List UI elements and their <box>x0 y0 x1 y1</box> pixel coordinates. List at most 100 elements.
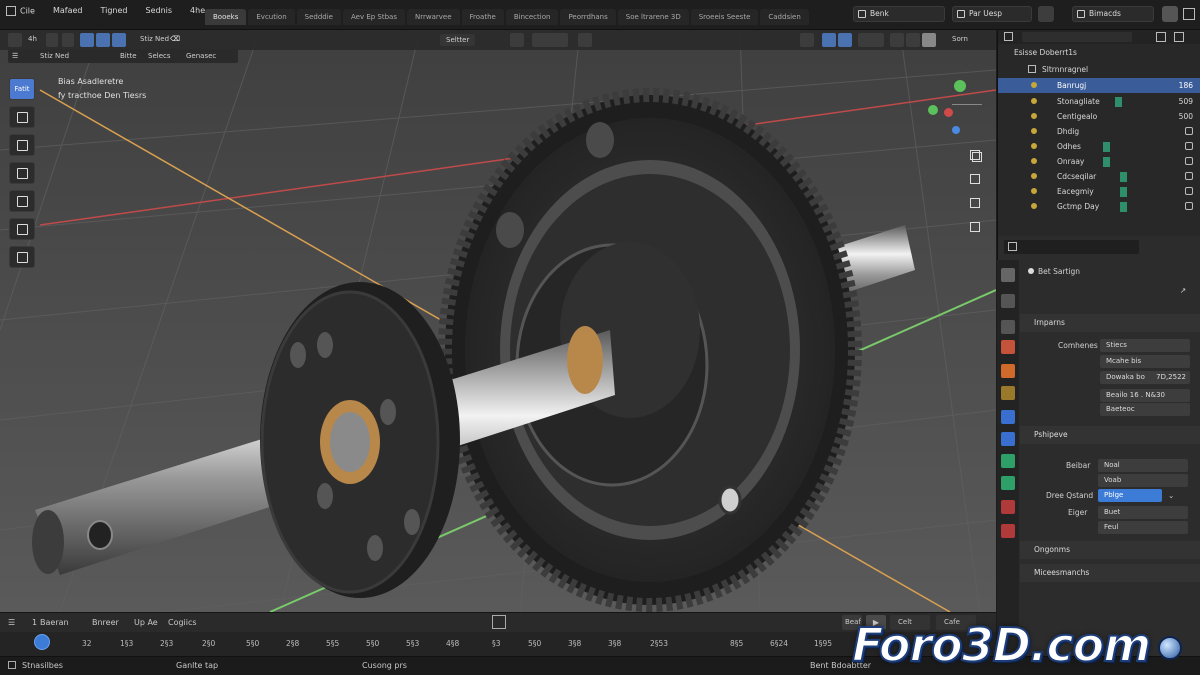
property-field[interactable]: Beailo 16 . N&30 <box>1100 389 1190 402</box>
pin-icon[interactable]: ↗ <box>1180 286 1186 295</box>
menu-item[interactable]: Mafaed <box>53 6 83 16</box>
chevron-down-icon[interactable]: ⌄ <box>1168 491 1174 500</box>
dropdown-field[interactable]: Buet <box>1098 506 1188 519</box>
property-field[interactable]: Dowaka bo 7D,2522 <box>1100 371 1190 384</box>
outliner-item[interactable]: Stonagliate 509 <box>998 94 1200 109</box>
menu-item[interactable]: 4he <box>190 6 205 16</box>
window-icon[interactable] <box>1183 8 1195 20</box>
timeline-editor-icon[interactable]: ☰ <box>8 618 15 627</box>
outliner-search[interactable] <box>1022 32 1132 42</box>
frame-current[interactable]: 1 <box>32 618 37 627</box>
annotate-tool-icon[interactable] <box>9 218 35 240</box>
y-neg-handle[interactable] <box>928 105 938 115</box>
shading-solid-icon[interactable] <box>906 33 920 47</box>
select-box-icon[interactable] <box>46 33 58 47</box>
outliner-item[interactable]: Banrugj 186 <box>998 78 1200 93</box>
scene-selector[interactable]: Benk <box>853 6 945 22</box>
workspace-tab[interactable]: Soe ltrarene 3D <box>617 9 689 25</box>
outliner-item[interactable]: Cdcseqilar <box>998 169 1200 184</box>
outliner-editor-icon[interactable] <box>1004 32 1013 41</box>
select-mode-icon[interactable] <box>96 33 110 47</box>
mode-label[interactable]: Stiz Ned <box>40 52 69 60</box>
modifier-tab-icon[interactable] <box>1001 410 1015 424</box>
editor-type-icon[interactable] <box>8 33 22 47</box>
material-tab-icon[interactable] <box>1001 524 1015 538</box>
object-menu[interactable]: Genasec <box>186 52 216 60</box>
keyframe-icon[interactable] <box>492 615 506 629</box>
timeline-menu[interactable]: Bnreer <box>92 618 119 627</box>
3d-viewport[interactable]: 4h Stiz Ned ⌫ Seltter Sorn ☰ Stiz Ned Bi… <box>0 30 996 612</box>
scale-tool-icon[interactable] <box>9 162 35 184</box>
select-mode-icon[interactable] <box>112 33 126 47</box>
xray-icon[interactable] <box>858 33 884 47</box>
measure-tool-icon[interactable] <box>9 246 35 268</box>
panel-header[interactable]: Pshipeve <box>1020 426 1200 444</box>
x-axis-handle[interactable] <box>944 108 953 117</box>
outliner-item[interactable]: Odhes <box>998 139 1200 154</box>
pivot-icon[interactable] <box>510 33 524 47</box>
panel-header[interactable]: Ongonms <box>1020 541 1200 559</box>
pan-icon[interactable] <box>970 174 980 184</box>
tool-tab-icon[interactable] <box>1001 268 1015 282</box>
mode-menu[interactable]: Stiz Ned <box>140 35 169 43</box>
workspace-tab[interactable]: Peorrdhans <box>560 9 616 25</box>
workspace-tab[interactable]: Aev Ep Stbas <box>342 9 405 25</box>
particles-tab-icon[interactable] <box>1001 432 1015 446</box>
property-field[interactable]: Baeteoc <box>1100 403 1190 416</box>
outliner-item[interactable]: Gctmp Day <box>998 199 1200 214</box>
workspace-tab[interactable]: Evcution <box>248 9 295 25</box>
outliner-item[interactable]: Dhdig <box>998 124 1200 139</box>
z-axis-handle[interactable] <box>952 126 960 134</box>
workspace-tab[interactable]: Sroeeis Seeste <box>690 9 759 25</box>
visibility-icon[interactable] <box>1185 157 1193 165</box>
select-mode-icon[interactable] <box>62 33 74 47</box>
dropdown-field[interactable]: Feul <box>1098 521 1188 534</box>
move-tool-icon[interactable] <box>9 106 35 128</box>
rotate-tool-icon[interactable] <box>9 134 35 156</box>
timeline-menu[interactable]: Cogiics <box>168 618 197 627</box>
select-mode-icon[interactable] <box>80 33 94 47</box>
zoom-icon[interactable] <box>970 150 980 160</box>
proportional-icon[interactable] <box>578 33 592 47</box>
object-tab-icon[interactable] <box>1001 386 1015 400</box>
shading-material-icon[interactable] <box>922 33 936 47</box>
property-field[interactable]: Mcahe bis <box>1100 355 1190 368</box>
output-tab-icon[interactable] <box>1001 320 1015 334</box>
panel-header[interactable]: Irnparns <box>1020 314 1200 332</box>
render-engine-selector[interactable]: Bimacds <box>1072 6 1154 22</box>
workspace-tab[interactable]: Booeks <box>205 9 247 25</box>
constraints-tab-icon[interactable] <box>1001 476 1015 490</box>
world-tab-icon[interactable] <box>1001 364 1015 378</box>
outliner-item[interactable]: Onraay <box>998 154 1200 169</box>
y-axis-handle[interactable] <box>954 80 966 92</box>
visibility-icon[interactable] <box>1185 202 1193 210</box>
dropdown-field[interactable]: Noal <box>1098 459 1188 472</box>
shading-wire-icon[interactable] <box>890 33 904 47</box>
workspace-tab[interactable]: Caddsien <box>760 9 809 25</box>
timeline-menu[interactable]: Baeran <box>40 618 69 627</box>
transform-tool-icon[interactable] <box>9 190 35 212</box>
menu-item[interactable]: Cile <box>6 6 35 16</box>
physics-tab-icon[interactable] <box>1001 454 1015 468</box>
timeline-menu[interactable]: Up Ae <box>134 618 158 627</box>
camera-view-icon[interactable] <box>970 198 980 208</box>
select-menu[interactable]: Selecs <box>148 52 171 60</box>
user-icon[interactable] <box>1162 6 1178 22</box>
workspace-tab[interactable]: Nrrwarvee <box>406 9 460 25</box>
view-menu[interactable]: Bitte <box>120 52 137 60</box>
active-dropdown[interactable]: Pblge <box>1098 489 1162 502</box>
outliner-item[interactable]: Eacegmiy <box>998 184 1200 199</box>
collection-row[interactable]: Sltrnnragnel <box>998 62 1200 77</box>
data-tab-icon[interactable] <box>1001 500 1015 514</box>
panel-header[interactable]: Miceesmanchs <box>1020 564 1200 582</box>
menu-item[interactable]: Sednis <box>146 6 173 16</box>
property-field[interactable]: Stiecs <box>1100 339 1190 352</box>
playhead[interactable] <box>34 634 50 650</box>
shading-menu[interactable]: Sorn <box>952 35 968 43</box>
view-layer-selector[interactable]: Par Uesp <box>952 6 1032 22</box>
outliner-item[interactable]: Centigealo 500 <box>998 109 1200 124</box>
workspace-tab[interactable]: Froathe <box>461 9 504 25</box>
workspace-tab[interactable]: Sedddie <box>296 9 341 25</box>
menu-item[interactable]: Tigned <box>100 6 127 16</box>
dropdown-field[interactable]: Voab <box>1098 474 1188 487</box>
